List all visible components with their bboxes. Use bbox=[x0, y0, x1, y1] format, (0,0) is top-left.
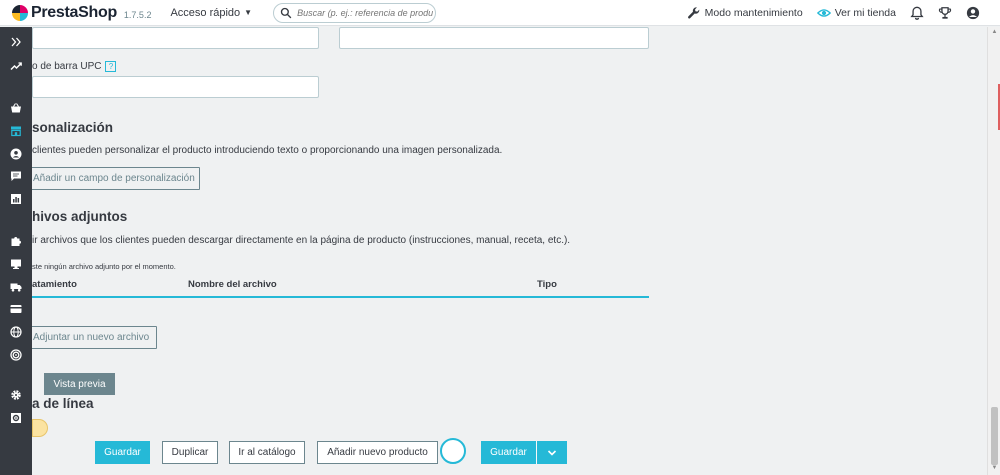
wrench-icon bbox=[687, 6, 699, 18]
catalog-label: Ir al catálogo bbox=[238, 447, 296, 458]
trophy-button[interactable] bbox=[938, 6, 952, 20]
product-form: o de barra UPC? sonalización clientes pu… bbox=[32, 27, 987, 475]
sidebar-item-design[interactable] bbox=[0, 253, 32, 275]
sidebar-item-shipping[interactable] bbox=[0, 276, 32, 298]
trophy-icon bbox=[938, 6, 952, 19]
sidebar-item-catalog[interactable] bbox=[0, 120, 32, 142]
prestashop-logo-icon bbox=[12, 4, 28, 21]
table-header-filename: Nombre del archivo bbox=[188, 279, 277, 290]
view-store-link[interactable]: Ver mi tienda bbox=[816, 6, 896, 20]
table-header-title: atamiento bbox=[32, 279, 77, 290]
sidebar-expand[interactable] bbox=[0, 31, 32, 53]
attach-new-file-button[interactable]: Adjuntar un nuevo archivo bbox=[32, 326, 157, 349]
add-field-label: Añadir un campo de personalización bbox=[33, 173, 195, 184]
messages-icon bbox=[11, 171, 21, 181]
sidebar-item-reports[interactable] bbox=[0, 188, 32, 210]
eye-icon bbox=[816, 8, 831, 17]
duplicate-label: Duplicar bbox=[171, 447, 209, 458]
add-customization-field-button[interactable]: Añadir un campo de personalización bbox=[32, 167, 200, 190]
sidebar-item-theme[interactable] bbox=[0, 344, 32, 366]
stats-trend-icon bbox=[10, 62, 22, 71]
go-to-catalog-button[interactable]: Ir al catálogo bbox=[229, 441, 305, 464]
expand-icon bbox=[11, 37, 21, 47]
sidebar-item-settings[interactable] bbox=[0, 384, 32, 406]
no-attachments-message: ste ningún archivo adjunto por el moment… bbox=[32, 262, 176, 271]
prestashop-logo[interactable]: PrestaShop bbox=[12, 4, 117, 22]
online-toggle[interactable] bbox=[440, 438, 466, 464]
sidebar-item-modules[interactable] bbox=[0, 230, 32, 252]
sidebar-item-international[interactable] bbox=[0, 321, 32, 343]
online-title: a de línea bbox=[32, 396, 94, 411]
attach-label: Adjuntar un nuevo archivo bbox=[33, 332, 150, 343]
account-button[interactable] bbox=[966, 6, 980, 20]
duplicate-button[interactable]: Duplicar bbox=[162, 441, 218, 464]
help-icon[interactable]: ? bbox=[105, 61, 117, 72]
advanced-icon bbox=[11, 413, 21, 423]
preview-button[interactable]: Vista previa bbox=[44, 373, 115, 395]
search-input[interactable] bbox=[297, 7, 434, 18]
ean13-input[interactable] bbox=[32, 27, 319, 49]
sidebar-item-stats[interactable] bbox=[0, 55, 32, 77]
online-switch[interactable] bbox=[32, 419, 48, 437]
preview-label: Vista previa bbox=[53, 378, 106, 390]
scroll-up-arrow-icon[interactable]: ▲ bbox=[991, 29, 998, 35]
sidebar-item-orders[interactable] bbox=[0, 97, 32, 119]
upc-input[interactable] bbox=[32, 76, 319, 98]
chevron-down-icon bbox=[547, 449, 557, 456]
isbn-input[interactable] bbox=[339, 27, 649, 49]
attachments-description: ir archivos que los clientes pueden desc… bbox=[32, 235, 571, 246]
bell-icon bbox=[910, 6, 924, 20]
save-split-button[interactable]: Guardar bbox=[481, 441, 536, 464]
quick-access-dropdown[interactable]: Acceso rápido ▼ bbox=[170, 7, 252, 19]
version-label: 1.7.5.2 bbox=[123, 9, 152, 20]
design-icon bbox=[11, 259, 21, 269]
theme-icon bbox=[10, 349, 22, 361]
maintenance-mode-link[interactable]: Modo mantenimiento bbox=[687, 6, 803, 20]
payment-icon bbox=[10, 305, 22, 313]
search-box[interactable] bbox=[273, 2, 437, 23]
basket-icon bbox=[11, 103, 21, 113]
upc-label-text: o de barra UPC bbox=[32, 61, 102, 73]
scrollbar-thumb[interactable] bbox=[991, 407, 998, 465]
table-header-underline bbox=[32, 296, 649, 298]
add-new-product-button[interactable]: Añadir nuevo producto bbox=[317, 441, 438, 464]
product-footer-actions: Guardar Duplicar Ir al catálogo Añadir n… bbox=[32, 438, 987, 466]
sidebar-item-advanced[interactable] bbox=[0, 407, 32, 429]
caret-down-icon: ▼ bbox=[244, 8, 253, 17]
logo-text: PrestaShop bbox=[31, 3, 117, 21]
quick-access-label: Acceso rápido bbox=[170, 6, 241, 19]
sidebar-item-messages[interactable] bbox=[0, 165, 32, 187]
maintenance-label: Modo mantenimiento bbox=[704, 6, 803, 19]
sidebar-item-customers[interactable] bbox=[0, 143, 32, 165]
sidebar-nav bbox=[0, 27, 32, 475]
view-store-label: Ver mi tienda bbox=[834, 6, 896, 19]
save-button[interactable]: Guardar bbox=[95, 441, 150, 464]
scroll-down-arrow-icon[interactable]: ▼ bbox=[991, 465, 998, 471]
attachments-title: hivos adjuntos bbox=[32, 209, 128, 224]
search-icon bbox=[280, 7, 292, 18]
reports-icon bbox=[11, 194, 21, 204]
save-options-dropdown[interactable] bbox=[537, 441, 567, 464]
account-icon bbox=[966, 6, 980, 19]
save-label: Guardar bbox=[104, 447, 141, 458]
modules-icon bbox=[11, 237, 21, 246]
settings-icon bbox=[11, 390, 21, 400]
shipping-icon bbox=[10, 283, 22, 292]
new-product-label: Añadir nuevo producto bbox=[327, 447, 428, 458]
store-icon bbox=[11, 126, 21, 137]
sidebar-item-payment[interactable] bbox=[0, 298, 32, 320]
international-icon bbox=[10, 326, 22, 338]
personalization-description: clientes pueden personalizar el producto… bbox=[32, 145, 503, 156]
customer-icon bbox=[10, 148, 22, 160]
notifications-button[interactable] bbox=[910, 6, 924, 20]
personalization-title: sonalización bbox=[32, 120, 114, 135]
save-split-label: Guardar bbox=[490, 447, 527, 458]
table-header-type: Tipo bbox=[537, 279, 557, 290]
top-header: PrestaShop 1.7.5.2 Acceso rápido ▼ Modo … bbox=[0, 0, 1000, 26]
upc-label: o de barra UPC? bbox=[32, 61, 117, 73]
